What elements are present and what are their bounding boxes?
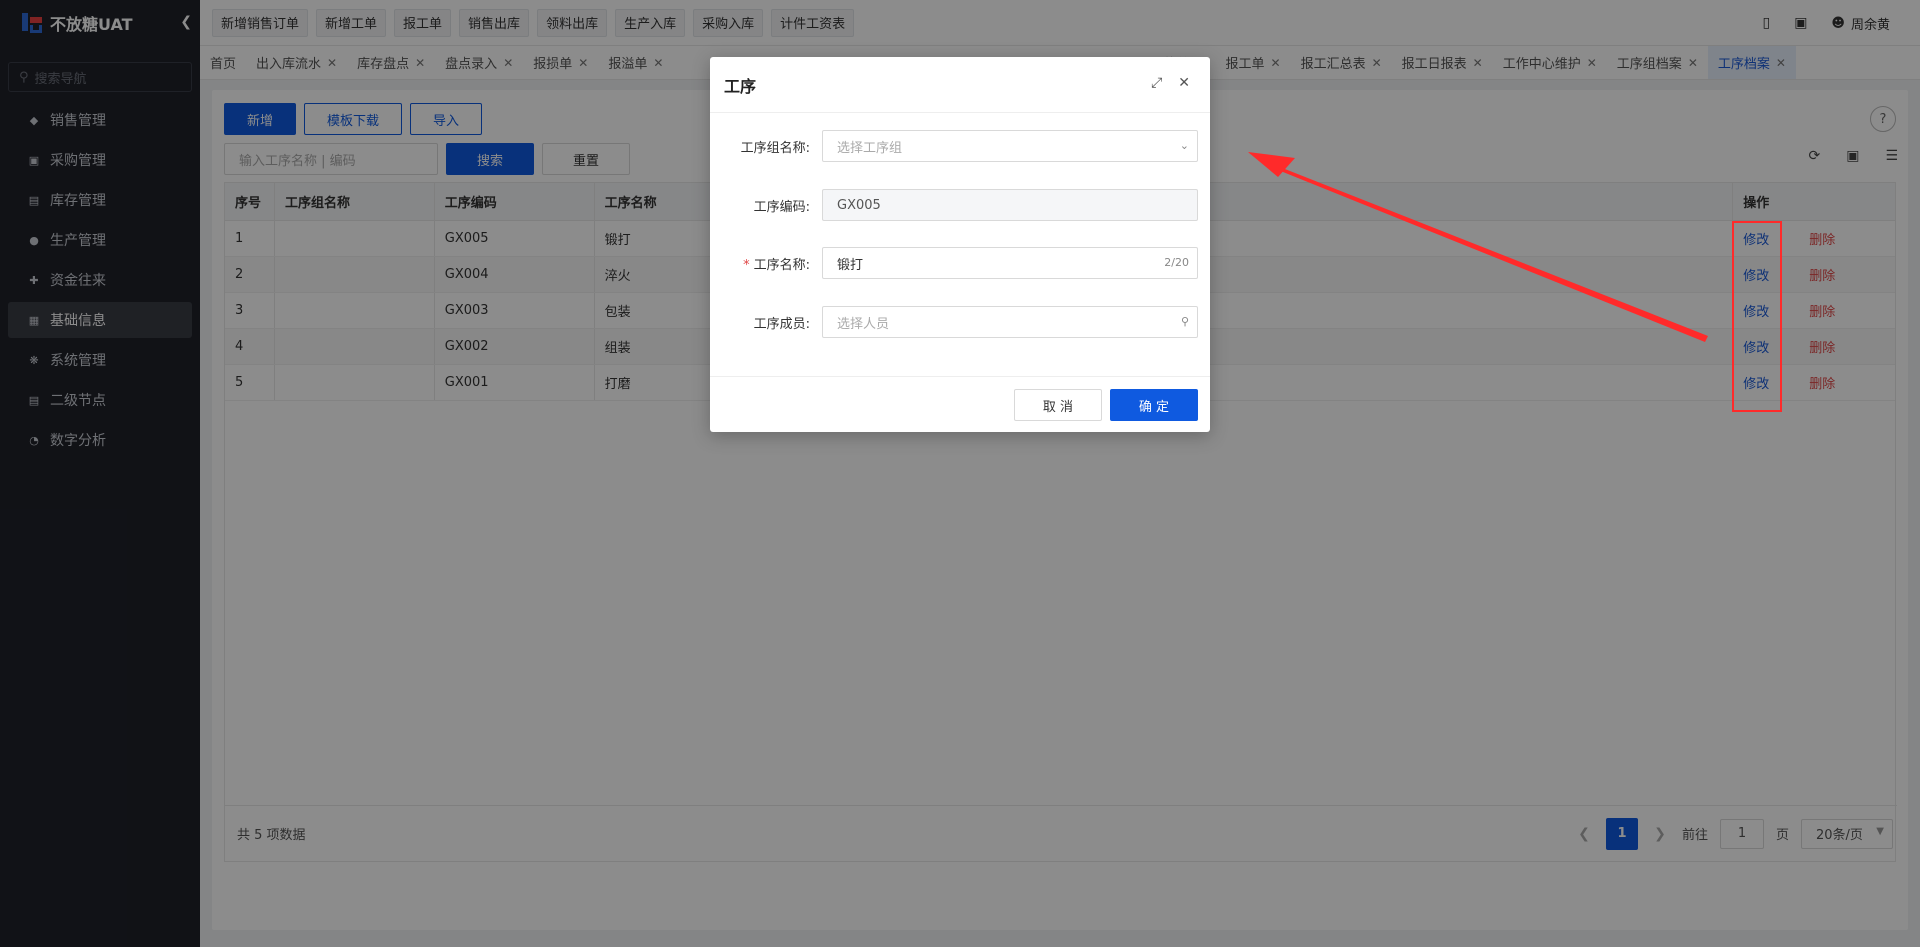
process-members-select[interactable]: 选择人员 ⚲ xyxy=(822,306,1198,338)
code-label: 工序编码: xyxy=(753,199,810,215)
form-row-members: 工序成员: 选择人员 ⚲ xyxy=(710,306,1210,338)
process-group-select[interactable]: 选择工序组 ⌄ xyxy=(822,130,1198,162)
name-label: * 工序名称: xyxy=(710,254,822,273)
confirm-button[interactable]: 确 定 xyxy=(1110,389,1198,421)
chevron-down-icon: ⌄ xyxy=(1179,139,1189,152)
name-value: 锻打 xyxy=(837,257,864,273)
members-label: 工序成员: xyxy=(753,316,810,332)
process-code-field: GX005 xyxy=(822,189,1198,221)
form-row-group: 工序组名称: 选择工序组 ⌄ xyxy=(710,130,1210,162)
process-name-input[interactable]: 锻打 2/20 xyxy=(822,247,1198,279)
code-value: GX005 xyxy=(837,197,881,213)
form-row-name: * 工序名称: 锻打 2/20 xyxy=(710,247,1210,279)
fullscreen-icon[interactable]: ⤢ xyxy=(1151,75,1162,91)
members-placeholder: 选择人员 xyxy=(837,316,890,332)
required-mark: * xyxy=(743,257,750,273)
name-label-text: 工序名称: xyxy=(753,257,810,273)
annotation-highlight-box xyxy=(1732,221,1782,412)
dialog-title: 工序 xyxy=(724,76,757,96)
dialog-header: 工序 xyxy=(710,57,1210,113)
close-icon[interactable]: ✕ xyxy=(1178,75,1190,91)
process-dialog: 工序 ⤢ ✕ 工序组名称: 选择工序组 ⌄ 工序编码: GX005 * 工序名称:… xyxy=(710,57,1210,432)
cancel-button[interactable]: 取 消 xyxy=(1014,389,1102,421)
char-counter: 2/20 xyxy=(1164,256,1189,269)
dialog-footer: 取 消 确 定 xyxy=(710,376,1210,432)
dialog-header-actions: ⤢ ✕ xyxy=(1151,75,1190,91)
group-label: 工序组名称: xyxy=(740,140,810,156)
form-row-code: 工序编码: GX005 xyxy=(710,189,1210,221)
group-placeholder: 选择工序组 xyxy=(837,140,903,156)
search-icon[interactable]: ⚲ xyxy=(1181,315,1189,328)
